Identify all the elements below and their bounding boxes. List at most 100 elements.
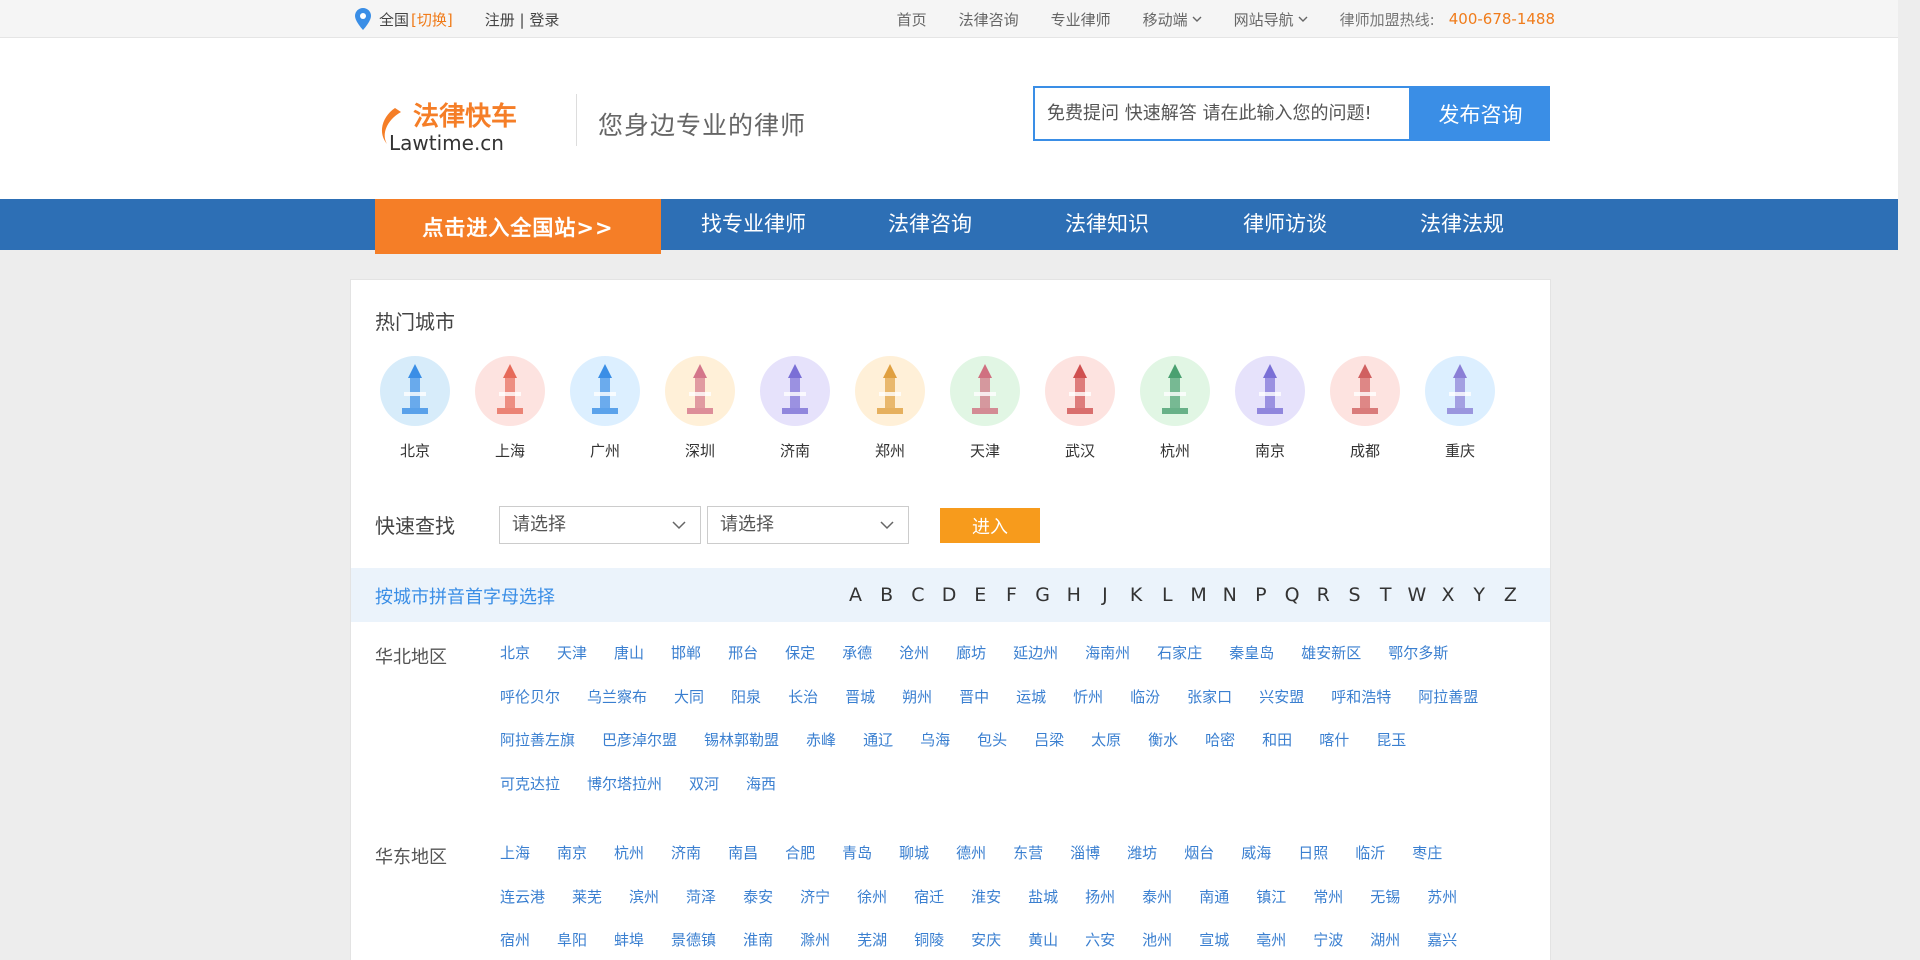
region-city-link[interactable]: 阜阳 [557,919,587,960]
region-city-link[interactable]: 保定 [785,632,815,676]
region-city-link[interactable]: 镇江 [1256,876,1286,920]
region-city-link[interactable]: 海西 [746,763,776,807]
region-city-link[interactable]: 潍坊 [1127,832,1157,876]
nav-find-lawyer[interactable]: 找专业律师 [701,199,806,250]
alphabet-letter[interactable]: E [965,584,996,606]
region-city-link[interactable]: 湖州 [1370,919,1400,960]
hot-city[interactable]: 南京 [1230,356,1310,461]
hot-city[interactable]: 深圳 [660,356,740,461]
region-city-link[interactable]: 青岛 [842,832,872,876]
region-city-link[interactable]: 昆玉 [1376,719,1406,763]
region-city-link[interactable]: 长治 [788,676,818,720]
region-city-link[interactable]: 巴彦淖尔盟 [602,719,677,763]
region-city-link[interactable]: 呼和浩特 [1331,676,1391,720]
region-city-link[interactable]: 淮南 [743,919,773,960]
region-city-link[interactable]: 鄂尔多斯 [1388,632,1448,676]
region-city-link[interactable]: 赤峰 [806,719,836,763]
region-city-link[interactable]: 晋中 [959,676,989,720]
region-city-link[interactable]: 淄博 [1070,832,1100,876]
region-city-link[interactable]: 黄山 [1028,919,1058,960]
alphabet-letter[interactable]: Q [1277,584,1308,606]
region-city-link[interactable]: 朔州 [902,676,932,720]
region-city-link[interactable]: 景德镇 [671,919,716,960]
region-city-link[interactable]: 泰安 [743,876,773,920]
region-city-link[interactable]: 沧州 [899,632,929,676]
region-city-link[interactable]: 威海 [1241,832,1271,876]
region-city-link[interactable]: 天津 [557,632,587,676]
nav-lawyer-interview[interactable]: 律师访谈 [1243,199,1327,250]
region-city-link[interactable]: 合肥 [785,832,815,876]
nav-legal-consult[interactable]: 法律咨询 [888,199,972,250]
publish-consult-button[interactable]: 发布咨询 [1411,86,1550,141]
region-city-link[interactable]: 和田 [1262,719,1292,763]
region-city-link[interactable]: 运城 [1016,676,1046,720]
region-city-link[interactable]: 博尔塔拉州 [587,763,662,807]
alphabet-letter[interactable]: C [902,584,933,606]
region-city-link[interactable]: 烟台 [1184,832,1214,876]
top-link-lawyers[interactable]: 专业律师 [1051,9,1111,30]
region-city-link[interactable]: 张家口 [1187,676,1232,720]
region-city-link[interactable]: 邯郸 [671,632,701,676]
alphabet-letter[interactable]: D [933,584,964,606]
lawtime-logo[interactable]: 法律快车 Lawtime.cn [377,96,552,156]
region-city-link[interactable]: 宿州 [500,919,530,960]
region-city-link[interactable]: 苏州 [1427,876,1457,920]
top-link-sitemap[interactable]: 网站导航 [1234,9,1308,30]
region-city-link[interactable]: 临沂 [1355,832,1385,876]
question-input[interactable] [1033,86,1411,141]
region-city-link[interactable]: 菏泽 [686,876,716,920]
region-city-link[interactable]: 济宁 [800,876,830,920]
hot-city[interactable]: 广州 [565,356,645,461]
region-city-link[interactable]: 太原 [1091,719,1121,763]
nav-laws-regulations[interactable]: 法律法规 [1420,199,1504,250]
region-city-link[interactable]: 滁州 [800,919,830,960]
region-city-link[interactable]: 石家庄 [1157,632,1202,676]
alphabet-letter[interactable]: K [1121,584,1152,606]
region-city-link[interactable]: 承德 [842,632,872,676]
alphabet-letter[interactable]: M [1183,584,1214,606]
enter-button[interactable]: 进入 [940,508,1040,543]
region-city-link[interactable]: 通辽 [863,719,893,763]
region-city-link[interactable]: 莱芜 [572,876,602,920]
hot-city[interactable]: 天津 [945,356,1025,461]
top-link-consult[interactable]: 法律咨询 [959,9,1019,30]
region-city-link[interactable]: 临汾 [1130,676,1160,720]
region-city-link[interactable]: 徐州 [857,876,887,920]
hot-city[interactable]: 上海 [470,356,550,461]
region-city-link[interactable]: 邢台 [728,632,758,676]
region-city-link[interactable]: 雄安新区 [1301,632,1361,676]
alphabet-letter[interactable]: P [1245,584,1276,606]
region-city-link[interactable]: 宁波 [1313,919,1343,960]
region-city-link[interactable]: 宣城 [1199,919,1229,960]
region-city-link[interactable]: 喀什 [1319,719,1349,763]
region-city-link[interactable]: 宿迁 [914,876,944,920]
region-city-link[interactable]: 淮安 [971,876,1001,920]
region-city-link[interactable]: 杭州 [614,832,644,876]
alphabet-letter[interactable]: Z [1495,584,1526,606]
region-city-link[interactable]: 阿拉善盟 [1418,676,1478,720]
region-city-link[interactable]: 大同 [674,676,704,720]
region-city-link[interactable]: 乌兰察布 [587,676,647,720]
region-city-link[interactable]: 东营 [1013,832,1043,876]
hot-city[interactable]: 成都 [1325,356,1405,461]
alphabet-letter[interactable]: F [996,584,1027,606]
hotline-number[interactable]: 400-678-1488 [1449,10,1555,28]
alphabet-letter[interactable]: S [1339,584,1370,606]
region-city-link[interactable]: 廊坊 [956,632,986,676]
region-city-link[interactable]: 枣庄 [1412,832,1442,876]
alphabet-letter[interactable]: B [871,584,902,606]
region-city-link[interactable]: 安庆 [971,919,1001,960]
hot-city[interactable]: 济南 [755,356,835,461]
province-select[interactable]: 请选择 [499,506,701,544]
nav-legal-knowledge[interactable]: 法律知识 [1065,199,1149,250]
region-city-link[interactable]: 双河 [689,763,719,807]
alphabet-letter[interactable]: J [1089,584,1120,606]
hot-city[interactable]: 杭州 [1135,356,1215,461]
alphabet-letter[interactable]: A [840,584,871,606]
region-city-link[interactable]: 连云港 [500,876,545,920]
region-city-link[interactable]: 无锡 [1370,876,1400,920]
region-city-link[interactable]: 池州 [1142,919,1172,960]
top-link-home[interactable]: 首页 [897,9,927,30]
region-city-link[interactable]: 阳泉 [731,676,761,720]
region-city-link[interactable]: 南昌 [728,832,758,876]
